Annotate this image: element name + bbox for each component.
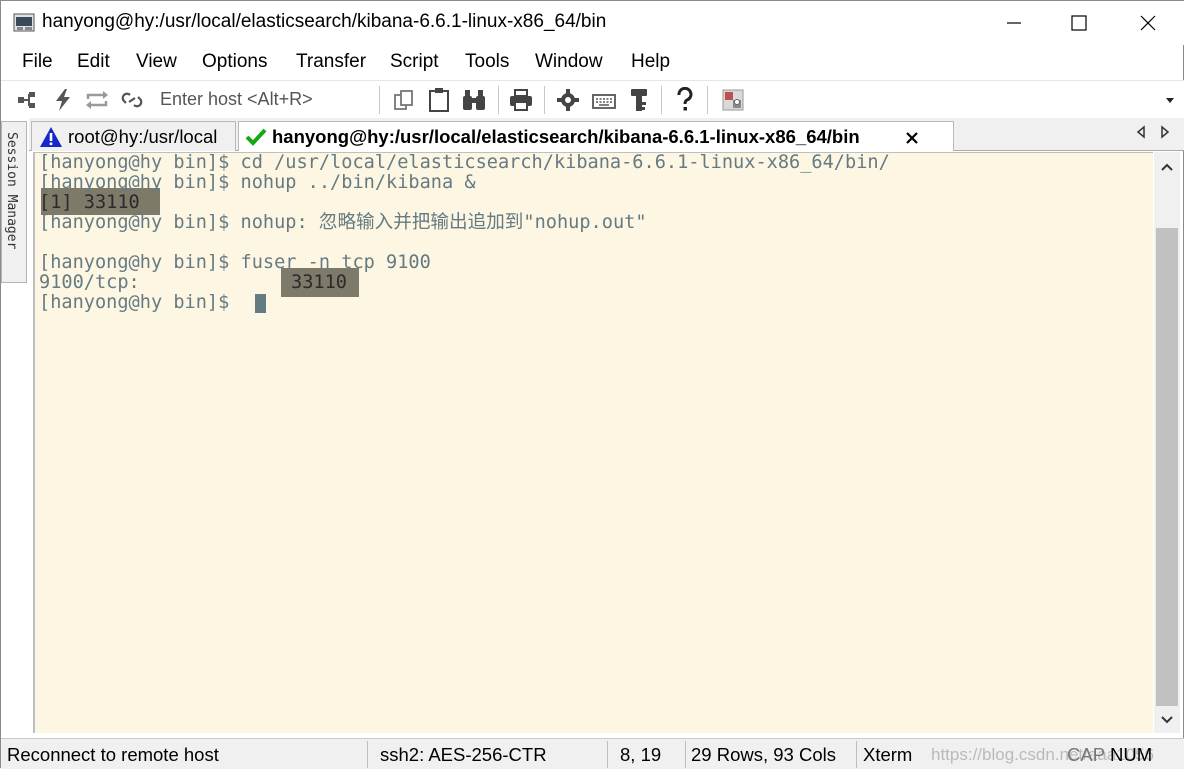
tab-hanyong-session[interactable]: hanyong@hy:/usr/local/elasticsearch/kiba… <box>238 121 954 151</box>
toolbar-separator <box>661 86 662 114</box>
clipboard-icon <box>429 88 449 112</box>
terminal-line: 9100/tcp: <box>39 272 140 293</box>
tab-label: root@hy:/usr/local <box>68 125 218 147</box>
key-icon <box>631 89 647 111</box>
close-icon <box>1140 15 1156 31</box>
menu-window[interactable]: Window <box>535 51 603 73</box>
status-bar: Reconnect to remote host ssh2: AES-256-C… <box>1 738 1184 769</box>
terminal-line: [hanyong@hy bin]$ fuser -n tcp 9100 <box>39 252 431 273</box>
window-title: hanyong@hy:/usr/local/elasticsearch/kiba… <box>42 11 607 32</box>
status-separator <box>367 741 368 768</box>
tab-bar: root@hy:/usr/local hanyong@hy:/usr/local… <box>29 118 1184 151</box>
status-separator <box>607 741 608 768</box>
toolbar-overflow-button[interactable] <box>1159 84 1181 116</box>
status-caps-lock: CAP <box>1067 744 1106 765</box>
securecrt-app-icon <box>13 13 35 32</box>
minimize-icon <box>1007 22 1021 24</box>
terminal-line: [hanyong@hy bin]$ nohup: 忽略输入并把输出追加到"noh… <box>39 212 647 233</box>
connect-button[interactable] <box>12 84 42 116</box>
warning-icon <box>40 126 62 147</box>
reconnect-button[interactable] <box>82 84 112 116</box>
app-window: hanyong@hy:/usr/local/elasticsearch/kiba… <box>0 0 1184 769</box>
keymap-button[interactable] <box>589 84 619 116</box>
toolbar-separator <box>544 86 545 114</box>
maximize-icon <box>1071 15 1087 31</box>
sftp-button[interactable] <box>718 84 748 116</box>
title-bar[interactable]: hanyong@hy:/usr/local/elasticsearch/kiba… <box>1 1 1184 45</box>
close-button[interactable] <box>1113 1 1183 45</box>
status-separator <box>856 741 857 768</box>
chevron-up-icon <box>1161 163 1173 171</box>
scroll-thumb[interactable] <box>1156 228 1178 706</box>
checkmark-icon <box>245 128 267 146</box>
menu-bar: File Edit View Options Transfer Script T… <box>1 47 1184 77</box>
tab-label: hanyong@hy:/usr/local/elasticsearch/kiba… <box>272 125 860 147</box>
status-cursor-position: 8, 19 <box>620 744 662 765</box>
menu-tools[interactable]: Tools <box>465 51 509 73</box>
maximize-button[interactable] <box>1044 1 1114 45</box>
paste-button[interactable] <box>424 84 454 116</box>
help-button[interactable] <box>670 84 700 116</box>
vertical-scrollbar[interactable] <box>1154 152 1180 733</box>
keyboard-icon <box>592 94 616 109</box>
scroll-up-button[interactable] <box>1154 152 1180 182</box>
refresh-icon <box>86 91 108 109</box>
copy-button[interactable] <box>389 84 419 116</box>
minimize-button[interactable] <box>979 1 1049 45</box>
terminal-line: [hanyong@hy bin]$ nohup ../bin/kibana & <box>39 172 476 193</box>
toolbar-separator <box>707 86 708 114</box>
menu-script[interactable]: Script <box>390 51 439 73</box>
chevron-down-icon <box>1166 98 1174 103</box>
chevron-down-icon <box>1161 716 1173 724</box>
copy-icon <box>394 90 413 110</box>
status-dimensions: 29 Rows, 93 Cols <box>691 744 836 765</box>
session-options-button[interactable] <box>553 84 583 116</box>
menu-file[interactable]: File <box>22 51 53 73</box>
sftp-icon <box>722 89 744 111</box>
status-terminal-type: Xterm <box>863 744 913 765</box>
enter-host-input[interactable] <box>153 86 375 112</box>
quick-connect-button[interactable] <box>48 84 78 116</box>
session-manager-label: Session Manager <box>4 132 19 250</box>
toolbar-separator <box>498 86 499 114</box>
find-button[interactable] <box>459 84 489 116</box>
session-manager-tab[interactable]: Session Manager <box>1 121 27 283</box>
gear-icon <box>557 89 579 111</box>
status-message: Reconnect to remote host <box>7 744 219 765</box>
key-agent-button[interactable] <box>624 84 654 116</box>
binoculars-icon <box>463 90 485 110</box>
menu-options[interactable]: Options <box>202 51 267 73</box>
connect-icon <box>18 92 35 108</box>
tab-scroll-right-icon[interactable] <box>1159 125 1171 139</box>
disconnect-button[interactable] <box>117 84 147 116</box>
terminal-line: [1] 33110 <box>39 192 140 213</box>
printer-icon <box>510 89 532 111</box>
menu-view[interactable]: View <box>136 51 177 73</box>
status-protocol: ssh2: AES-256-CTR <box>380 744 547 765</box>
link-icon <box>121 92 143 108</box>
menu-transfer[interactable]: Transfer <box>296 51 366 73</box>
status-num-lock: NUM <box>1110 744 1153 765</box>
toolbar-separator <box>379 86 380 114</box>
highlighted-pid: 33110 <box>291 272 347 293</box>
lightning-icon <box>56 89 70 111</box>
menu-help[interactable]: Help <box>631 51 670 73</box>
terminal-cursor <box>255 294 266 313</box>
status-separator <box>685 741 686 768</box>
tab-scroll-left-icon[interactable] <box>1135 125 1147 139</box>
terminal-line: [hanyong@hy bin]$ <box>39 292 241 313</box>
question-mark-icon <box>677 87 693 111</box>
terminal-output[interactable]: [hanyong@hy bin]$ cd /usr/local/elastics… <box>33 152 1153 733</box>
close-tab-icon[interactable] <box>905 131 919 145</box>
print-button[interactable] <box>506 84 536 116</box>
tab-root-session[interactable]: root@hy:/usr/local <box>31 121 236 151</box>
menu-edit[interactable]: Edit <box>77 51 110 73</box>
terminal-line: [hanyong@hy bin]$ cd /usr/local/elastics… <box>39 152 890 173</box>
scroll-down-button[interactable] <box>1154 707 1180 733</box>
toolbar <box>1 80 1184 118</box>
